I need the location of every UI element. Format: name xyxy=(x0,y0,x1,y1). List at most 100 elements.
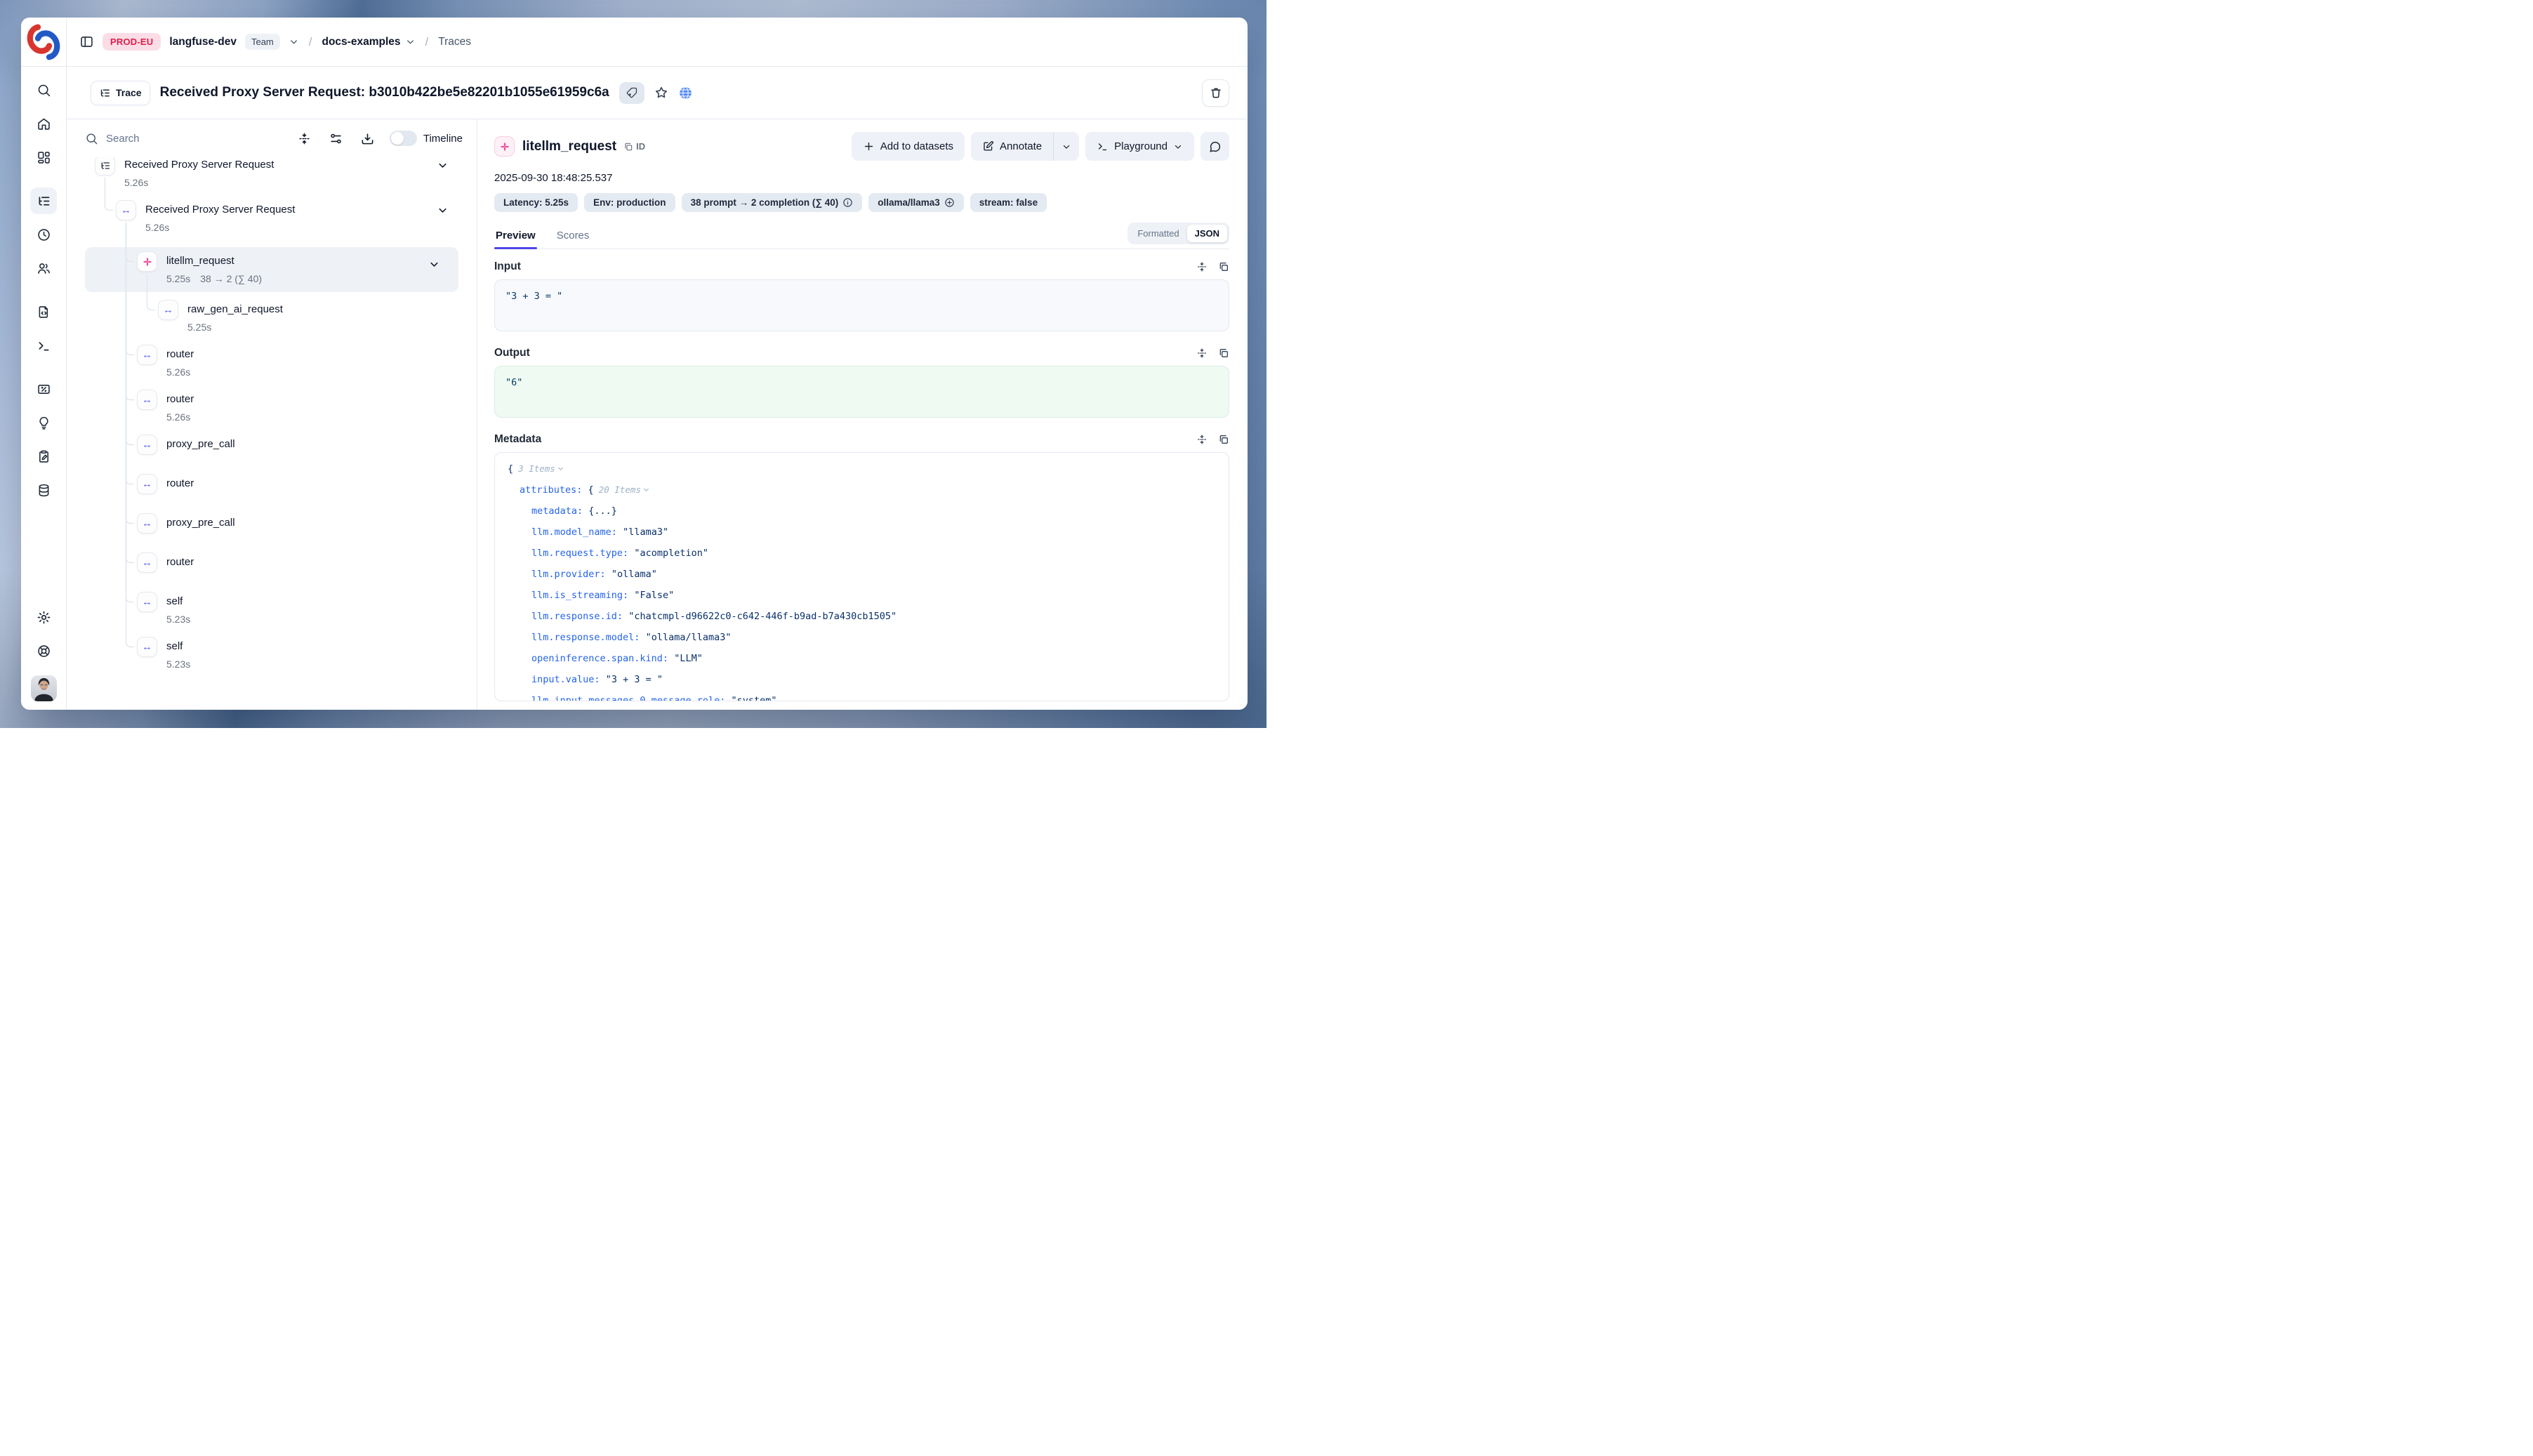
add-to-datasets-button[interactable]: Add to datasets xyxy=(852,132,965,161)
span-arrow-icon: ↔ xyxy=(158,300,178,320)
user-avatar[interactable] xyxy=(31,675,57,701)
org-logo[interactable] xyxy=(21,18,67,66)
project-selector[interactable]: docs-examples xyxy=(322,36,416,48)
sidebar-item-sessions[interactable] xyxy=(30,221,57,248)
tree-row-received-proxy-server-request[interactable]: ↔Received Proxy Server Request5.26s xyxy=(85,202,467,234)
span-duration: 5.26s xyxy=(166,410,194,424)
span-label: router xyxy=(166,347,194,362)
tree-row-litellm-request[interactable]: litellm_request5.25s38 → 2 (∑ 40) xyxy=(85,247,458,292)
copy-icon[interactable] xyxy=(1218,434,1229,445)
tree-row-self[interactable]: ↔self5.23s xyxy=(85,639,467,671)
tab-preview[interactable]: Preview xyxy=(494,230,537,249)
copy-icon[interactable] xyxy=(1218,261,1229,272)
span-arrow-icon: ↔ xyxy=(137,513,157,534)
annotate-button[interactable]: Annotate xyxy=(971,132,1053,161)
span-label: self xyxy=(166,639,190,654)
tree-row-raw-gen-ai-request[interactable]: ↔raw_gen_ai_request5.25s xyxy=(85,302,467,334)
collapse-vertical-icon[interactable] xyxy=(298,132,311,145)
span-duration: 5.26s xyxy=(166,365,194,379)
breadcrumb: PROD-EU langfuse-dev Team / docs-example… xyxy=(67,18,1248,66)
globe-icon[interactable] xyxy=(678,86,693,100)
json-line: openinference.span.kind: "LLM" xyxy=(508,648,1216,669)
timeline-toggle-label: Timeline xyxy=(423,133,463,145)
format-option-json[interactable]: JSON xyxy=(1187,225,1227,242)
input-value[interactable]: "3 + 3 = " xyxy=(494,279,1229,331)
tree-row-proxy-pre-call[interactable]: ↔proxy_pre_call xyxy=(85,437,467,455)
copy-icon xyxy=(623,142,633,152)
tree-row-router[interactable]: ↔router xyxy=(85,476,467,494)
tree-row-router[interactable]: ↔ router 5.26s xyxy=(85,347,467,379)
sidebar-item-scores[interactable] xyxy=(30,376,57,402)
tree-row-router[interactable]: ↔router5.26s xyxy=(85,392,467,424)
chevron-down-icon[interactable] xyxy=(437,159,449,171)
metadata-section-title: Metadata xyxy=(494,433,541,446)
copy-icon[interactable] xyxy=(1218,348,1229,359)
sidebar-item-evaluation[interactable] xyxy=(30,409,57,436)
plus-circle-icon[interactable] xyxy=(944,197,955,208)
org-name[interactable]: langfuse-dev xyxy=(169,36,237,48)
json-line: metadata: {...} xyxy=(508,501,1216,522)
chevron-down-icon xyxy=(1062,142,1071,152)
sidebar-item-tracing[interactable] xyxy=(30,187,57,214)
delete-trace-button[interactable] xyxy=(1202,79,1229,107)
tree-settings-icon[interactable] xyxy=(329,132,343,145)
tree-row-received-proxy-server-request[interactable]: Received Proxy Server Request5.26s xyxy=(85,157,467,190)
span-label: Received Proxy Server Request xyxy=(145,202,295,217)
tree-row-router[interactable]: ↔router xyxy=(85,555,467,573)
sidebar-item-search[interactable] xyxy=(30,77,57,103)
trash-icon xyxy=(1210,86,1222,99)
sidebar-item-prompts[interactable] xyxy=(30,298,57,325)
detail-tabs: Preview Scores FormattedJSON xyxy=(494,223,1229,249)
tree-connector-lines xyxy=(85,157,467,710)
lightbulb-icon xyxy=(37,416,51,430)
metadata-json-viewer[interactable]: {3 Itemsattributes: {20 Itemsmetadata: {… xyxy=(494,452,1229,701)
span-duration: 5.23s xyxy=(166,612,190,626)
collapse-vertical-icon[interactable] xyxy=(1196,348,1208,359)
annotate-dropdown[interactable] xyxy=(1054,132,1079,161)
observation-title: litellm_request xyxy=(522,139,616,154)
generation-icon xyxy=(494,136,515,157)
input-section-title: Input xyxy=(494,260,521,273)
tag-button[interactable] xyxy=(619,82,644,104)
output-value[interactable]: "6" xyxy=(494,366,1229,418)
search-input[interactable] xyxy=(106,133,279,145)
chevron-down-icon[interactable] xyxy=(289,37,299,47)
sidebar-item-playground[interactable] xyxy=(30,332,57,359)
chevron-down-icon xyxy=(405,37,416,47)
sidebar-item-annotation[interactable] xyxy=(30,443,57,470)
tab-scores[interactable]: Scores xyxy=(555,230,591,249)
app-window: PROD-EU langfuse-dev Team / docs-example… xyxy=(21,18,1248,710)
copy-id-button[interactable]: ID xyxy=(623,141,645,152)
playground-button[interactable]: Playground xyxy=(1085,132,1194,161)
chevron-down-icon[interactable] xyxy=(428,258,440,270)
timeline-toggle[interactable] xyxy=(390,131,417,146)
observation-timestamp: 2025-09-30 18:48:25.537 xyxy=(494,172,1229,184)
info-icon[interactable] xyxy=(842,197,853,208)
breadcrumb-separator: / xyxy=(307,35,314,49)
sidebar-item-support[interactable] xyxy=(30,637,57,664)
star-icon[interactable] xyxy=(654,86,668,100)
status-badge: 38 prompt → 2 completion (∑ 40) xyxy=(682,193,863,212)
tree-row-self[interactable]: ↔self5.23s xyxy=(85,594,467,626)
trace-tree-panel: Timeline Received Proxy Server Request5.… xyxy=(67,119,477,710)
plus-icon xyxy=(863,140,875,152)
sidebar-item-home[interactable] xyxy=(30,110,57,137)
collapse-vertical-icon[interactable] xyxy=(1196,261,1208,272)
span-arrow-icon: ↔ xyxy=(137,345,157,365)
span-arrow-icon: ↔ xyxy=(137,390,157,410)
comments-button[interactable] xyxy=(1201,132,1229,161)
percent-card-icon xyxy=(37,382,51,397)
sidebar-toggle-icon[interactable] xyxy=(79,34,94,49)
breadcrumb-section[interactable]: Traces xyxy=(438,36,471,48)
sidebar-item-users[interactable] xyxy=(30,255,57,282)
sidebar-item-settings[interactable] xyxy=(30,604,57,630)
chevron-down-icon[interactable] xyxy=(437,204,449,216)
collapse-vertical-icon[interactable] xyxy=(1196,434,1208,445)
format-option-formatted[interactable]: Formatted xyxy=(1130,225,1186,242)
trace-type-chip[interactable]: Trace xyxy=(91,81,150,105)
tree-row-proxy-pre-call[interactable]: ↔proxy_pre_call xyxy=(85,515,467,534)
sidebar-item-dashboards[interactable] xyxy=(30,144,57,171)
span-token-usage: 38 → 2 (∑ 40) xyxy=(200,272,262,286)
sidebar-item-datasets[interactable] xyxy=(30,477,57,503)
download-icon[interactable] xyxy=(361,132,374,145)
